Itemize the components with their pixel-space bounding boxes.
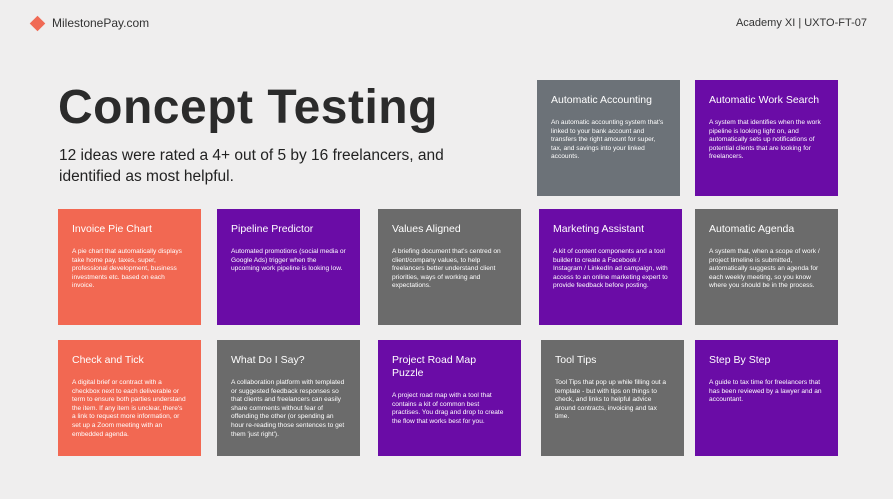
brand-logo: MilestonePay.com [29,15,150,31]
card-description: A digital brief or contract with a check… [72,379,186,438]
idea-card-pipeline-predictor: Pipeline Predictor Automated promotions … [217,209,360,325]
card-title: Check and Tick [72,354,144,366]
idea-card-project-road-map-puzzle: Project Road Map Puzzle A project road m… [378,340,521,456]
card-description: A kit of content components and a tool b… [553,248,668,290]
idea-card-invoice-pie-chart: Invoice Pie Chart A pie chart that autom… [58,209,201,325]
idea-card-automatic-agenda: Automatic Agenda A system that, when a s… [695,209,838,325]
card-description: A system that, when a scope of work / pr… [709,248,820,290]
idea-card-what-do-i-say: What Do I Say? A collaboration platform … [217,340,360,456]
card-description: A collaboration platform with templated … [231,379,345,438]
card-description: A project road map with a tool that cont… [392,392,504,425]
page-subtitle: 12 ideas were rated a 4+ out of 5 by 16 … [59,147,444,185]
card-title: Tool Tips [555,354,597,366]
card-description: Tool Tips that pop up while filling out … [555,379,667,421]
card-title: Project Road Map Puzzle [392,354,477,379]
idea-card-automatic-accounting: Automatic Accounting An automatic accoun… [537,80,680,196]
card-title: Invoice Pie Chart [72,223,152,235]
diamond-logo-icon [29,15,46,31]
card-title: Marketing Assistant [553,223,645,235]
card-title: Pipeline Predictor [231,223,314,235]
card-description: A guide to tax time for freelancers that… [709,379,822,404]
card-description: A briefing document that's centred on cl… [392,248,501,290]
idea-card-step-by-step: Step By Step A guide to tax time for fre… [695,340,838,456]
card-description: A system that identifies when the work p… [709,119,821,161]
card-title: What Do I Say? [231,354,305,366]
course-code: Academy XI | UXTO-FT-07 [735,17,867,29]
card-title: Automatic Agenda [709,223,795,235]
card-title: Step By Step [709,354,771,366]
card-title: Automatic Accounting [551,94,652,106]
idea-card-automatic-work-search: Automatic Work Search A system that iden… [695,80,838,196]
page-title: Concept Testing [58,81,438,134]
idea-card-tool-tips: Tool Tips Tool Tips that pop up while fi… [541,340,684,456]
brand-name: MilestonePay.com [52,16,150,30]
idea-card-values-aligned: Values Aligned A briefing document that'… [378,209,521,325]
card-title: Automatic Work Search [709,94,820,106]
card-description: An automatic accounting system that's li… [551,119,664,161]
card-description: A pie chart that automatically displays … [72,248,182,290]
idea-card-check-and-tick: Check and Tick A digital brief or contra… [58,340,201,456]
card-title: Values Aligned [392,223,461,235]
card-description: Automated promotions (social media or Go… [231,248,346,273]
idea-card-marketing-assistant: Marketing Assistant A kit of content com… [539,209,682,325]
